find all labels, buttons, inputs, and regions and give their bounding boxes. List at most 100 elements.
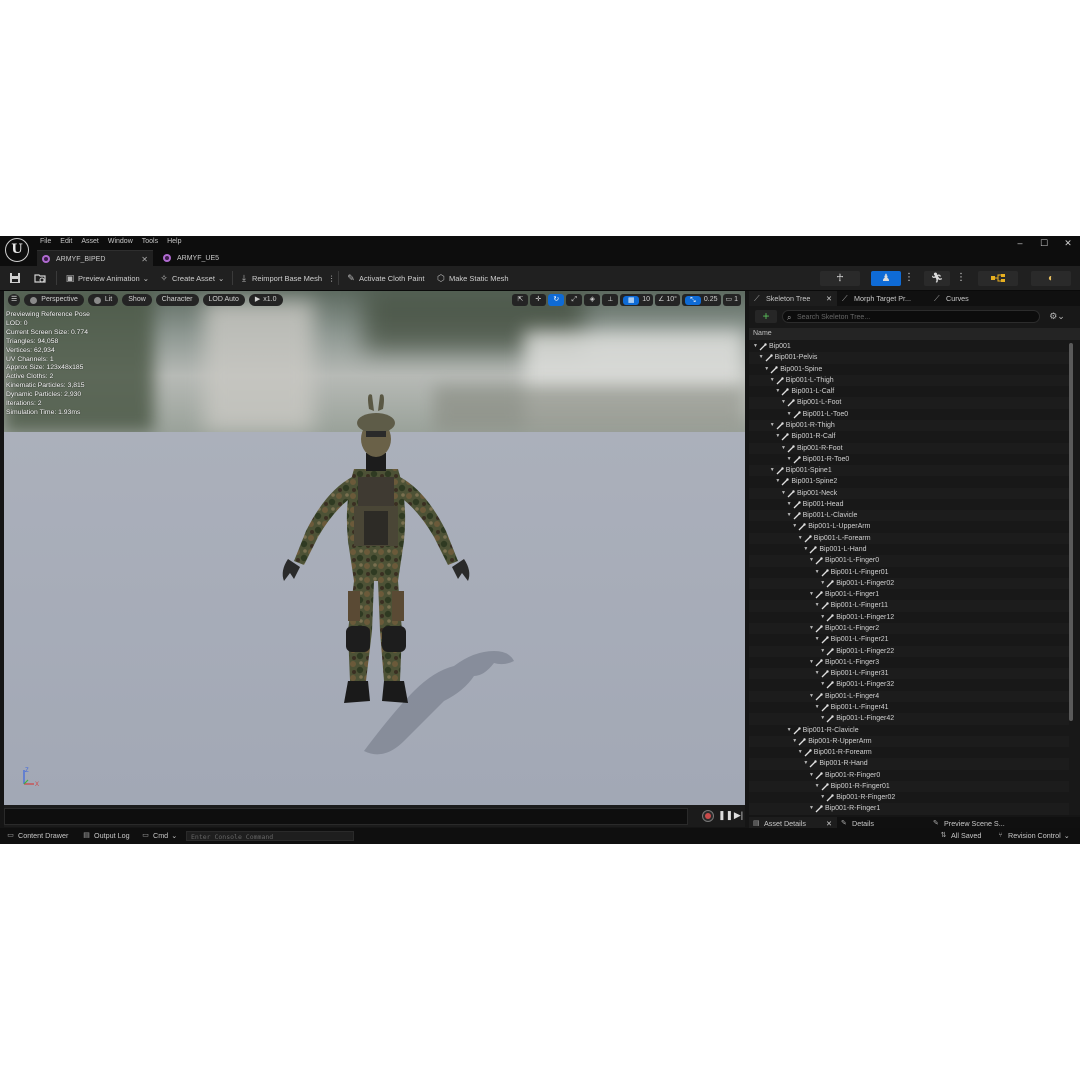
close-tab-icon[interactable]: ✕ [141, 255, 148, 264]
tree-row[interactable]: ▼ Bip001-L-Thigh [749, 374, 1069, 387]
rotate-icon[interactable]: ↻ [548, 294, 565, 306]
record-icon[interactable] [702, 810, 714, 822]
blueprint-mode-button[interactable] [978, 271, 1018, 286]
play-rate-button[interactable]: ▶ x1.0 [248, 294, 283, 306]
menu-window[interactable]: Window [106, 236, 140, 247]
tree-row[interactable]: ▼ Bip001-R-Clavicle [749, 725, 1069, 736]
create-asset-button[interactable]: ✧ Create Asset ⌄ [155, 270, 228, 286]
physics-mode-button[interactable]: ◐ [1031, 271, 1071, 286]
content-drawer-button[interactable]: ▭ Content Drawer [6, 828, 68, 844]
save-icon[interactable] [9, 272, 21, 284]
console-command-input[interactable]: Enter Console Command [186, 831, 354, 841]
tree-row[interactable]: ▼ Bip001-L-Finger01 [749, 567, 1069, 578]
tab-curves[interactable]: ⟋ Curves [929, 291, 989, 306]
scale-snap-button[interactable]: ⤡ 0.25 [681, 294, 721, 306]
skeleton-tree-search-input[interactable]: Search Skeleton Tree... [782, 310, 1040, 324]
activate-cloth-paint-button[interactable]: ✎ Activate Cloth Paint [342, 270, 428, 286]
tab-skeleton-tree[interactable]: ⟋ Skeleton Tree ✕ [749, 291, 837, 306]
make-static-mesh-button[interactable]: ⬡ Make Static Mesh [432, 270, 513, 286]
tree-row[interactable]: ▼ Bip001-R-Finger02 [749, 792, 1069, 803]
menu-edit[interactable]: Edit [58, 236, 79, 247]
tree-row[interactable]: ▼ Bip001-L-Finger02 [749, 577, 1069, 590]
more-options-icon[interactable]: ⋮ [328, 274, 336, 283]
tree-row[interactable]: ▼ Bip001-L-Finger22 [749, 645, 1069, 657]
lit-button[interactable]: Lit [87, 294, 119, 306]
tree-row[interactable]: ▼ Bip001-Spine [749, 364, 1069, 375]
tree-row[interactable]: ▼ Bip001-R-UpperArm [749, 735, 1069, 748]
cmd-button[interactable]: ▭ Cmd ⌄ [141, 828, 177, 844]
tree-row[interactable]: ▼ Bip001-L-Finger42 [749, 713, 1069, 725]
menu-file[interactable]: File [38, 236, 58, 247]
tree-row[interactable]: ▼ Bip001-Neck [749, 487, 1069, 499]
lod-button[interactable]: LOD Auto [202, 294, 245, 306]
tree-row[interactable]: ▼ Bip001-R-Foot [749, 442, 1069, 454]
tree-row[interactable]: ▼ Bip001-L-Finger41 [749, 702, 1069, 713]
surface-snap-icon[interactable]: ⟂ [602, 294, 619, 306]
skeleton-tree-scrollbar[interactable] [1069, 343, 1073, 721]
tree-row[interactable]: ▼ Bip001-Spine2 [749, 476, 1069, 487]
tree-row[interactable]: ▼ Bip001-L-UpperArm [749, 521, 1069, 532]
tree-row[interactable]: ▼ Bip001-Pelvis [749, 352, 1069, 364]
more-options-icon[interactable]: ⋮ [903, 272, 915, 284]
timeline-scrubber[interactable] [4, 808, 688, 825]
tree-row[interactable]: ▼ Bip001-L-Finger32 [749, 679, 1069, 690]
camera-speed-button[interactable]: ▭ 1 [722, 294, 741, 306]
tree-row[interactable]: ▼ Bip001-L-Finger3 [749, 657, 1069, 668]
tree-row[interactable]: ▼ Bip001-L-Forearm [749, 532, 1069, 545]
tree-row[interactable]: ▼ Bip001 [749, 341, 1069, 352]
output-log-button[interactable]: ▤ Output Log [82, 828, 129, 844]
pause-icon[interactable]: ❚❚ [718, 810, 733, 821]
translate-icon[interactable]: ✛ [530, 294, 547, 306]
browse-to-asset-icon[interactable] [34, 272, 46, 284]
perspective-button[interactable]: Perspective [24, 294, 84, 306]
tree-row[interactable]: ▼ Bip001-L-Finger21 [749, 634, 1069, 645]
select-mode-icon[interactable]: ⇱ [512, 294, 529, 306]
tree-row[interactable]: ▼ Bip001-L-Finger0 [749, 555, 1069, 567]
tree-row[interactable]: ▼ Bip001-L-Hand [749, 544, 1069, 555]
tree-row[interactable]: ▼ Bip001-L-Finger2 [749, 623, 1069, 635]
preview-animation-button[interactable]: ▣ Preview Animation ⌄ [61, 270, 153, 286]
document-tab-armyf-ue5[interactable]: ARMYF_UE5 [158, 250, 238, 266]
rotation-snap-button[interactable]: ∠ 10° [655, 294, 680, 306]
tree-row[interactable]: ▼ Bip001-R-Finger1 [749, 803, 1069, 815]
grid-snap-button[interactable]: ▦ 10 [620, 294, 654, 306]
tree-row[interactable]: ▼ Bip001-L-Finger31 [749, 668, 1069, 680]
tree-row[interactable]: ▼ Bip001-L-Toe0 [749, 409, 1069, 420]
tree-row[interactable]: ▼ Bip001-L-Finger12 [749, 612, 1069, 623]
menu-asset[interactable]: Asset [79, 236, 106, 247]
tree-row[interactable]: ▼ Bip001-L-Finger1 [749, 589, 1069, 600]
tab-morph-target-preview[interactable]: ⟋ Morph Target Pr... [837, 291, 927, 306]
tree-row[interactable]: ▼ Bip001-L-Clavicle [749, 510, 1069, 522]
tree-row[interactable]: ▼ Bip001-L-Foot [749, 397, 1069, 409]
scale-icon[interactable]: ⤢ [566, 294, 583, 306]
minimize-icon[interactable]: – [1008, 236, 1032, 250]
skeleton-mode-button[interactable]: ☥ [820, 271, 860, 286]
coordinate-space-icon[interactable]: ◈ [584, 294, 601, 306]
reimport-base-mesh-button[interactable]: ⤓ Reimport Base Mesh ⋮ [235, 270, 340, 286]
character-button[interactable]: Character [155, 294, 199, 306]
tree-row[interactable]: ▼ Bip001-L-Calf [749, 386, 1069, 397]
menu-help[interactable]: Help [165, 236, 188, 247]
show-button[interactable]: Show [122, 294, 152, 306]
tree-row[interactable]: ▼ Bip001-R-Finger01 [749, 780, 1069, 793]
tree-row[interactable]: ▼ Bip001-R-Thigh [749, 419, 1069, 432]
menu-tools[interactable]: Tools [140, 236, 165, 247]
step-forward-icon[interactable]: ▶| [733, 810, 744, 821]
character-model[interactable] [266, 381, 486, 711]
close-tab-icon[interactable]: ✕ [826, 291, 832, 306]
maximize-icon[interactable]: ☐ [1032, 236, 1056, 250]
tree-row[interactable]: ▼ Bip001-L-Finger4 [749, 690, 1069, 702]
close-window-icon[interactable]: ✕ [1056, 236, 1080, 250]
document-tab-armyf-biped[interactable]: ARMYF_BIPED ✕ [37, 250, 153, 267]
animation-mode-button[interactable]: 🏃︎ [924, 271, 950, 286]
tree-row[interactable]: ▼ Bip001-R-Toe0 [749, 454, 1069, 465]
unreal-logo-icon[interactable]: U [5, 238, 29, 262]
add-socket-button[interactable]: + [755, 310, 777, 323]
settings-gear-icon[interactable]: ⚙⌄ [1046, 310, 1068, 323]
tree-row[interactable]: ▼ Bip001-R-Finger0 [749, 770, 1069, 781]
column-header-name[interactable]: Name [749, 328, 1080, 340]
more-options-icon[interactable]: ⋮ [955, 272, 967, 284]
viewport-menu-icon[interactable]: ☰ [8, 294, 21, 306]
tree-row[interactable]: ▼ Bip001-L-Finger11 [749, 600, 1069, 612]
revision-control-button[interactable]: ⑂ Revision Control ⌄ [996, 828, 1069, 844]
